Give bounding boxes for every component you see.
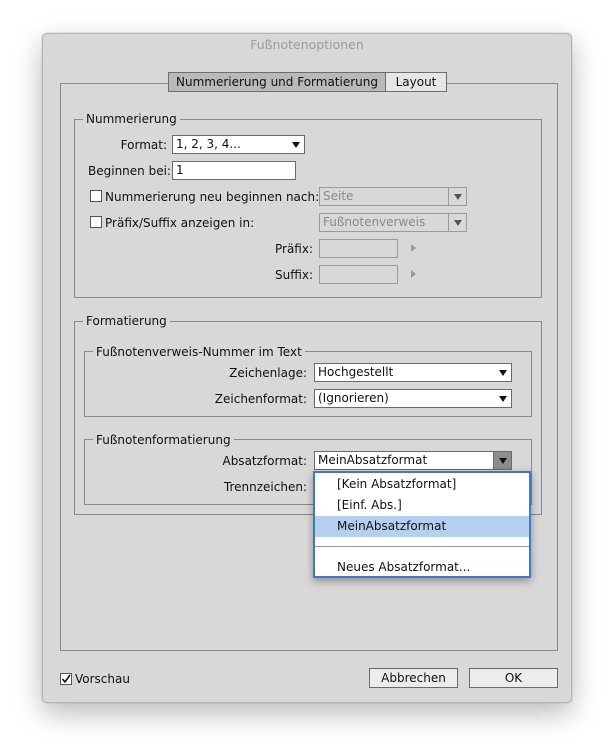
format-label: Format: bbox=[120, 138, 167, 152]
verweis-legend: Fußnotenverweis-Nummer im Text bbox=[93, 345, 305, 359]
praefix-suffix-dropdown[interactable]: Fußnotenverweis bbox=[319, 213, 467, 232]
neu-beginnen-dropdown[interactable]: Seite bbox=[319, 187, 467, 206]
absatzformat-label: Absatzformat: bbox=[222, 454, 307, 468]
praefix-input[interactable] bbox=[319, 239, 398, 258]
dropdown-arrow-icon bbox=[494, 364, 511, 381]
dialog-window: Fußnotenoptionen Nummerierung und Format… bbox=[42, 33, 572, 703]
suffix-menu-arrow-icon[interactable] bbox=[411, 270, 416, 278]
format-value: 1, 2, 3, 4... bbox=[176, 137, 241, 151]
menu-item-einf-abs[interactable]: [Einf. Abs.] bbox=[315, 495, 529, 516]
nummerierung-legend: Nummerierung bbox=[83, 112, 180, 126]
praefix-menu-arrow-icon[interactable] bbox=[411, 244, 416, 252]
checkmark-icon bbox=[61, 674, 71, 684]
beginnen-label: Beginnen bei: bbox=[88, 164, 171, 178]
zeichenlage-value: Hochgestellt bbox=[318, 365, 394, 379]
suffix-label: Suffix: bbox=[275, 268, 313, 282]
praefix-suffix-value: Fußnotenverweis bbox=[323, 215, 426, 229]
zeichenlage-dropdown[interactable]: Hochgestellt bbox=[314, 363, 512, 382]
format-dropdown[interactable]: 1, 2, 3, 4... bbox=[172, 135, 305, 154]
absatzformat-dropdown[interactable]: MeinAbsatzformat bbox=[314, 451, 512, 470]
dropdown-arrow-icon bbox=[287, 136, 304, 153]
zeichenformat-label: Zeichenformat: bbox=[214, 392, 307, 406]
ok-button[interactable]: OK bbox=[469, 668, 558, 688]
neu-beginnen-checkbox[interactable] bbox=[90, 190, 102, 202]
menu-item-empty bbox=[315, 537, 529, 545]
praefix-suffix-checkbox[interactable] bbox=[90, 216, 102, 228]
vorschau-checkbox[interactable] bbox=[60, 673, 72, 685]
menu-separator bbox=[315, 546, 529, 547]
absatzformat-popup-menu: [Kein Absatzformat] [Einf. Abs.] MeinAbs… bbox=[313, 471, 531, 578]
window-title: Fußnotenoptionen bbox=[250, 37, 364, 52]
beginnen-input[interactable]: 1 bbox=[172, 161, 296, 180]
vorschau-label: Vorschau bbox=[75, 672, 130, 686]
absatzformat-value: MeinAbsatzformat bbox=[318, 453, 428, 467]
menu-item-kein-absatzformat[interactable]: [Kein Absatzformat] bbox=[315, 474, 529, 495]
trennzeichen-label: Trennzeichen: bbox=[223, 480, 307, 494]
suffix-input[interactable] bbox=[319, 265, 398, 284]
tab-layout[interactable]: Layout bbox=[385, 72, 447, 92]
praefix-label: Präfix: bbox=[274, 242, 313, 256]
fussnotenformatierung-legend: Fußnotenformatierung bbox=[93, 433, 234, 447]
praefix-suffix-label: Präfix/Suffix anzeigen in: bbox=[105, 216, 255, 230]
neu-beginnen-value: Seite bbox=[323, 189, 354, 203]
zeichenformat-value: (Ignorieren) bbox=[318, 391, 389, 405]
dropdown-arrow-icon bbox=[448, 214, 466, 231]
menu-item-neues-absatzformat[interactable]: Neues Absatzformat... bbox=[315, 557, 529, 578]
neu-beginnen-label: Nummerierung neu beginnen nach: bbox=[105, 190, 320, 204]
formatierung-legend: Formatierung bbox=[83, 314, 170, 328]
menu-item-meinabsatzformat[interactable]: MeinAbsatzformat bbox=[315, 516, 529, 537]
zeichenformat-dropdown[interactable]: (Ignorieren) bbox=[314, 389, 512, 408]
dropdown-arrow-icon bbox=[448, 188, 466, 205]
dropdown-arrow-icon bbox=[493, 452, 511, 469]
dropdown-arrow-icon bbox=[494, 390, 511, 407]
tab-nummerierung-formatierung[interactable]: Nummerierung und Formatierung bbox=[168, 72, 386, 92]
abbrechen-button[interactable]: Abbrechen bbox=[369, 668, 458, 688]
zeichenlage-label: Zeichenlage: bbox=[229, 366, 307, 380]
